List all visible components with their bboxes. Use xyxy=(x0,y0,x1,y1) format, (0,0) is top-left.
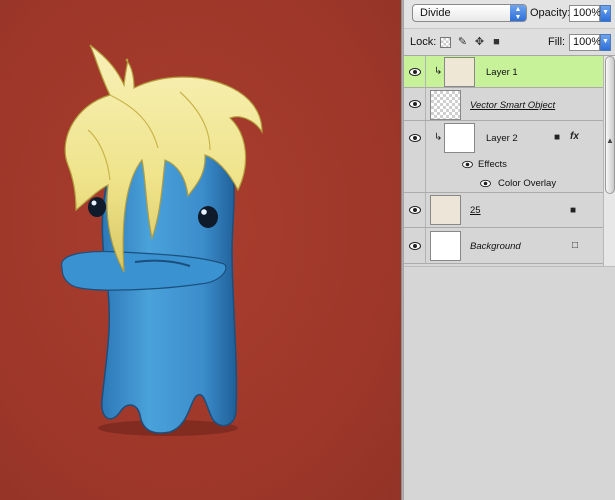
clipping-arrow-icon: ↳ xyxy=(434,66,443,77)
fill-dropdown-icon[interactable]: ▼ xyxy=(600,34,611,51)
layer-thumbnail xyxy=(444,57,475,87)
visibility-toggle[interactable] xyxy=(404,121,426,155)
layer-name[interactable]: Background xyxy=(470,241,521,252)
fill-label: Fill: xyxy=(548,36,566,48)
eye-icon xyxy=(409,241,421,250)
scrollbar-thumb[interactable] xyxy=(605,56,615,194)
color-overlay-label: Color Overlay xyxy=(498,178,557,189)
eye-icon xyxy=(409,206,421,214)
clipping-arrow-icon: ↳ xyxy=(434,132,443,143)
lock-transparent-pixels-icon[interactable] xyxy=(440,37,451,48)
opacity-label: Opacity: xyxy=(530,7,571,19)
visibility-toggle[interactable] xyxy=(404,228,426,263)
effects-row[interactable]: Effects xyxy=(404,155,603,174)
lock-icon: ■ xyxy=(570,205,577,216)
eye-icon xyxy=(409,134,421,142)
visibility-toggle[interactable] xyxy=(404,88,426,120)
layer-thumbnail xyxy=(430,90,461,120)
opacity-input[interactable]: 100% xyxy=(569,5,601,22)
layer-row-25[interactable]: 25 ■ xyxy=(404,193,603,228)
lock-row: Lock: ✎ ✥ ■ Fill: 100% ▼ xyxy=(404,28,615,56)
monster-left-eye xyxy=(88,197,106,217)
layers-list: ↳ Layer 1 Vector Smart Object ↳ Layer 2 xyxy=(404,56,615,266)
eye-icon[interactable] xyxy=(462,160,473,169)
layers-panel: Divide ▲ ▼ Opacity: 100% ▼ Lock: ✎ ✥ ■ Fi… xyxy=(404,0,615,500)
photoshop-window: Divide ▲ ▼ Opacity: 100% ▼ Lock: ✎ ✥ ■ Fi… xyxy=(0,0,615,500)
lock-icon: □ xyxy=(572,240,579,251)
layers-scrollbar[interactable]: ▲ xyxy=(603,56,615,266)
layer-thumbnail xyxy=(430,195,461,225)
eye-icon xyxy=(409,100,421,108)
document-canvas[interactable] xyxy=(0,0,401,500)
visibility-column xyxy=(404,174,426,192)
eye-icon[interactable] xyxy=(480,179,491,188)
effects-label: Effects xyxy=(478,159,507,170)
layer-row-vector-smart-object[interactable]: Vector Smart Object xyxy=(404,88,603,121)
monster-right-eye xyxy=(198,206,218,228)
opacity-dropdown-icon[interactable]: ▼ xyxy=(600,5,611,22)
lock-position-icon[interactable]: ✥ xyxy=(474,37,485,48)
layer-thumbnail xyxy=(444,123,475,153)
layer-name[interactable]: Vector Smart Object xyxy=(470,100,555,111)
panel-empty-area xyxy=(404,266,615,500)
eye-icon xyxy=(409,67,421,76)
layer-name[interactable]: 25 xyxy=(470,205,481,216)
dropdown-arrow-icon: ▲ ▼ xyxy=(510,5,526,21)
lock-label: Lock: xyxy=(410,36,437,48)
visibility-toggle[interactable] xyxy=(404,56,426,87)
canvas-artwork xyxy=(0,0,401,500)
layer-name[interactable]: Layer 1 xyxy=(486,67,518,78)
scroll-up-arrow-icon[interactable]: ▲ xyxy=(605,136,615,145)
layer-row-layer-1[interactable]: ↳ Layer 1 xyxy=(404,56,603,88)
lock-icon: ■ xyxy=(554,132,561,143)
layer-name[interactable]: Layer 2 xyxy=(486,133,518,144)
lock-image-pixels-icon[interactable]: ✎ xyxy=(457,37,468,48)
layer-thumbnail xyxy=(430,231,461,261)
visibility-column xyxy=(404,155,426,174)
blend-mode-select[interactable]: Divide ▲ ▼ xyxy=(412,4,527,22)
layer-row-layer-2[interactable]: ↳ Layer 2 ■ fx xyxy=(404,121,603,155)
fx-icon[interactable]: fx xyxy=(570,131,579,142)
lock-all-icon[interactable]: ■ xyxy=(491,37,502,48)
layer-row-background[interactable]: Background □ xyxy=(404,228,603,264)
color-overlay-row[interactable]: Color Overlay xyxy=(404,174,603,193)
fill-input[interactable]: 100% xyxy=(569,34,601,51)
visibility-toggle[interactable] xyxy=(404,193,426,227)
blend-mode-value: Divide xyxy=(420,7,451,19)
blend-mode-row: Divide ▲ ▼ Opacity: 100% ▼ xyxy=(404,0,615,28)
